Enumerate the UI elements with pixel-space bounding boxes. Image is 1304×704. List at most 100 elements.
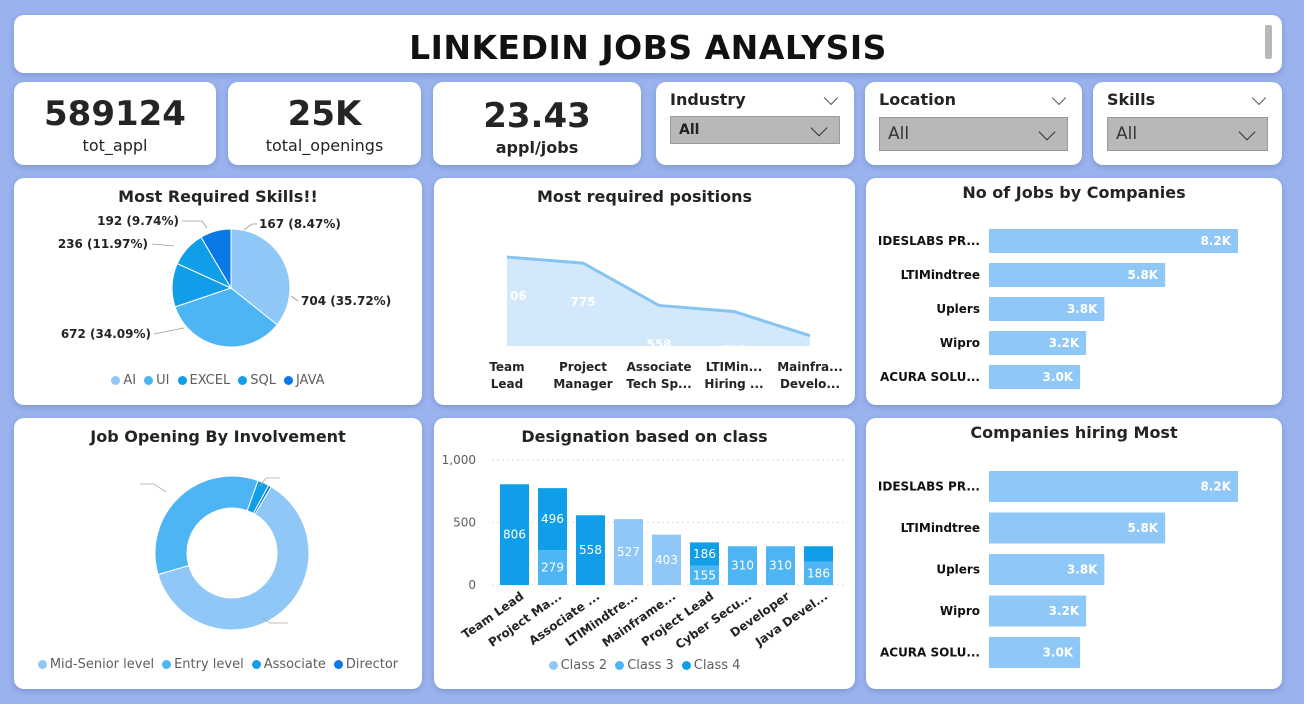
dropdown-value: All xyxy=(1116,124,1138,144)
slicer-title: Location xyxy=(879,90,956,109)
involvement-donut-chart[interactable] xyxy=(14,418,422,689)
legend-marker xyxy=(681,661,691,670)
involvement-donut-card[interactable]: Job Opening By Involvement Mid-Senior le… xyxy=(14,418,422,689)
designation-class-card[interactable]: Designation based on class 0 500 1,000 806 T… xyxy=(434,418,855,689)
legend-marker xyxy=(283,376,293,385)
chevron-down-icon[interactable] xyxy=(1051,90,1067,105)
y-tick-label: ACURA SOLU... xyxy=(880,646,980,660)
bar-segment[interactable] xyxy=(804,546,833,562)
data-label: 310 xyxy=(731,559,754,573)
y-tick-label: Wipro xyxy=(940,336,980,350)
leader-line[interactable] xyxy=(243,223,257,231)
data-label: 8.2K xyxy=(1200,234,1231,248)
data-label: 672 (34.09%) xyxy=(61,327,151,341)
area-fill[interactable] xyxy=(507,257,810,346)
data-label: 558 xyxy=(579,543,602,557)
industry-dropdown[interactable]: All xyxy=(670,116,840,144)
x-tick-label: Manager xyxy=(553,377,612,391)
x-tick-label: Lead xyxy=(491,377,523,391)
skills-pie-chart[interactable]: 704 (35.72%) 672 (34.09%) 236 (11.97%) 192 … xyxy=(14,178,422,405)
legend-label: UI xyxy=(156,373,170,388)
jobs-by-companies-card[interactable]: No of Jobs by Companies IDESLABS PR... 8.… xyxy=(866,178,1282,405)
legend-marker xyxy=(177,376,187,385)
legend-item-class-4[interactable]: Class 4 xyxy=(681,658,740,673)
kpi-card-total-applications[interactable]: 589124 tot_appl xyxy=(14,82,216,165)
chevron-down-icon[interactable] xyxy=(823,90,839,105)
legend-item-associate[interactable]: Associate xyxy=(251,657,326,672)
leader-line[interactable] xyxy=(140,483,167,493)
slicer-location[interactable]: Location All xyxy=(865,82,1082,165)
data-label: 279 xyxy=(541,561,564,575)
skills-pie-card[interactable]: Most Required Skills!! 704 (35.72%) 672 (… xyxy=(14,178,422,405)
legend-marker xyxy=(548,661,558,670)
kpi-label: total_openings xyxy=(265,136,384,155)
chevron-down-icon xyxy=(1238,123,1256,141)
kpi-label: appl/jobs xyxy=(495,138,579,157)
legend-label: Associate xyxy=(263,657,326,672)
data-label: 558 xyxy=(646,337,671,351)
dropdown-value: All xyxy=(679,122,700,138)
legend-item-ai[interactable]: AI xyxy=(111,373,136,388)
legend-label: Entry level xyxy=(174,657,244,672)
data-label: 310 xyxy=(769,559,792,573)
location-dropdown[interactable]: All xyxy=(879,117,1068,151)
legend-marker xyxy=(162,660,172,669)
positions-area-chart[interactable]: 06 775 558 527 Team Lead Project Manager Associa… xyxy=(434,178,855,405)
legend-label: Mid-Senior level xyxy=(49,657,155,672)
data-label: 186 xyxy=(807,566,830,580)
legend-label: SQL xyxy=(250,373,276,388)
chevron-down-icon[interactable] xyxy=(1251,90,1267,105)
data-label: 3.2K xyxy=(1049,336,1080,350)
legend-item-mid-senior-level[interactable]: Mid-Senior level xyxy=(37,657,155,672)
leader-line[interactable] xyxy=(153,327,185,335)
legend-label: EXCEL xyxy=(189,373,231,388)
jobs-by-companies-chart[interactable]: IDESLABS PR... 8.2K LTIMindtree 5.8K Uplers 3… xyxy=(866,178,1282,405)
x-tick-label: Tech Sp... xyxy=(626,377,691,391)
legend-item-entry-level[interactable]: Entry level xyxy=(162,657,244,672)
slicer-header[interactable]: Industry xyxy=(670,90,840,109)
y-tick-label: IDESLABS PR... xyxy=(878,480,980,494)
companies-hiring-most-chart[interactable]: IDESLABS PR... 8.2K LTIMindtree 5.8K Uplers 3… xyxy=(866,418,1282,689)
kpi-value: 25K xyxy=(287,94,362,134)
x-tick-label: LTIMin... xyxy=(706,360,763,374)
x-tick-label: Mainfra... xyxy=(777,360,843,374)
legend-item-class-2[interactable]: Class 2 xyxy=(548,658,608,673)
legend-item-director[interactable]: Director xyxy=(333,657,398,672)
slicer-header[interactable]: Location xyxy=(879,90,1068,109)
legend-item-class-3[interactable]: Class 3 xyxy=(615,658,674,673)
leader-line[interactable] xyxy=(182,220,208,229)
leader-line[interactable] xyxy=(290,295,299,302)
chart-legend: AI UI EXCEL SQL JAVA xyxy=(14,373,422,388)
data-label: 3.0K xyxy=(1043,646,1074,660)
kpi-card-total-openings[interactable]: 25K total_openings xyxy=(228,82,421,165)
designation-class-chart[interactable]: 05001,000806Team Lead279496Project Ma...… xyxy=(434,418,855,689)
page-title: LINKEDIN JOBS ANALYSIS xyxy=(409,28,887,67)
kpi-card-applications-per-job[interactable]: 23.43 appl/jobs xyxy=(433,82,641,165)
skills-dropdown[interactable]: All xyxy=(1107,117,1268,151)
companies-hiring-most-card[interactable]: Companies hiring Most IDESLABS PR... 8.2K… xyxy=(866,418,1282,689)
y-tick-label: Wipro xyxy=(940,604,980,618)
data-label: 155 xyxy=(693,568,716,582)
chart-legend: Mid-Senior level Entry level Associate Dire… xyxy=(14,657,422,672)
slicer-header[interactable]: Skills xyxy=(1107,90,1268,109)
legend-item-java[interactable]: JAVA xyxy=(283,373,325,388)
legend-marker xyxy=(251,660,261,669)
x-tick-label: Hiring ... xyxy=(704,377,763,391)
legend-item-sql[interactable]: SQL xyxy=(238,373,276,388)
donut-slice-entry-level[interactable] xyxy=(154,475,259,576)
scrollbar-thumb[interactable] xyxy=(1265,25,1272,59)
chart-legend: Class 2 Class 3 Class 4 xyxy=(434,658,855,673)
kpi-label: tot_appl xyxy=(82,136,148,155)
data-label: 527 xyxy=(617,545,640,559)
legend-item-excel[interactable]: EXCEL xyxy=(177,373,231,388)
legend-item-ui[interactable]: UI xyxy=(144,373,170,388)
slicer-industry[interactable]: Industry All xyxy=(656,82,854,165)
slicer-title: Industry xyxy=(670,90,746,109)
leader-line[interactable] xyxy=(151,243,175,247)
positions-area-card[interactable]: Most required positions 06 775 558 527 Team L… xyxy=(434,178,855,405)
legend-label: Class 2 xyxy=(560,658,608,673)
y-tick-label: 500 xyxy=(453,516,476,530)
legend-marker xyxy=(144,376,154,385)
legend-label: AI xyxy=(123,373,137,388)
slicer-skills[interactable]: Skills All xyxy=(1093,82,1282,165)
